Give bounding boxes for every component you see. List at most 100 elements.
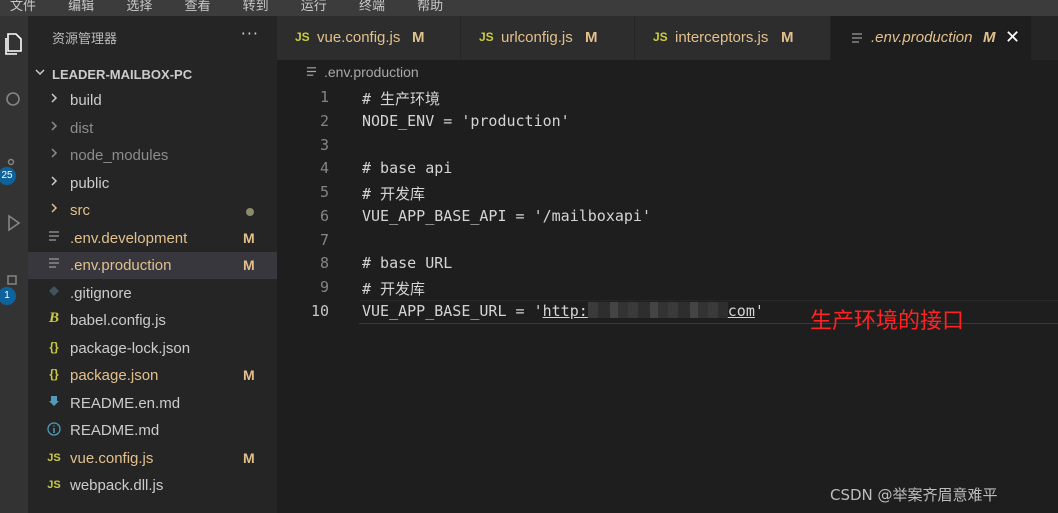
close-icon[interactable]: ✕	[1005, 27, 1020, 48]
chevron-right-icon	[46, 202, 62, 217]
chevron-right-icon	[46, 147, 62, 162]
line-number: 4	[319, 159, 329, 177]
project-root[interactable]: LEADER-MAILBOX-PC	[28, 64, 277, 86]
tree-folder-build[interactable]: build	[28, 87, 277, 114]
tree-file-package-lock[interactable]: {} package-lock.json	[28, 335, 277, 362]
tree-file-readme[interactable]: README.md	[28, 417, 277, 444]
download-arrow-icon	[46, 395, 62, 410]
menu-view[interactable]: 查看	[184, 0, 210, 14]
line-number: 6	[319, 207, 329, 225]
editor-tab-bar: JS vue.config.js M JS urlconfig.js M JS …	[277, 16, 1058, 60]
code-line: 2 NODE_ENV = 'production'	[277, 110, 1058, 134]
menu-file[interactable]: 文件	[10, 0, 36, 14]
url-link-end[interactable]: com	[728, 302, 755, 320]
tree-item-label: node_modules	[70, 147, 169, 164]
menu-help[interactable]: 帮助	[417, 0, 443, 14]
tree-item-label: build	[70, 92, 102, 109]
run-debug-icon[interactable]	[0, 203, 28, 243]
modified-dot-icon	[246, 208, 254, 216]
tree-item-label: babel.config.js	[70, 312, 166, 329]
git-status-badge: M	[243, 367, 255, 383]
tree-item-label: .gitignore	[70, 285, 132, 302]
code-line: 4 # base api	[277, 157, 1058, 181]
explorer-sidebar: 资源管理器 ··· LEADER-MAILBOX-PC build dist n…	[28, 16, 277, 513]
line-number: 1	[319, 88, 329, 106]
line-number: 9	[319, 278, 329, 296]
line-text: # base URL	[362, 254, 453, 272]
tab-label: vue.config.js	[317, 29, 401, 46]
tree-file-vue-config[interactable]: JS vue.config.js M	[28, 445, 277, 472]
code-prefix: VUE_APP_BASE_URL = '	[362, 302, 543, 320]
json-icon: {}	[49, 367, 59, 381]
code-line: 1 # 生产环境	[277, 86, 1058, 110]
tab-label: urlconfig.js	[501, 29, 573, 46]
tree-folder-node-modules[interactable]: node_modules	[28, 142, 277, 169]
tree-item-label: webpack.dll.js	[70, 477, 164, 494]
tree-item-label: public	[70, 175, 110, 192]
line-number: 5	[319, 183, 329, 201]
chevron-right-icon	[46, 175, 62, 190]
code-line: 3	[277, 134, 1058, 158]
info-icon	[46, 422, 62, 439]
tree-folder-src[interactable]: src	[28, 197, 277, 224]
code-line: 5 # 开发库	[277, 181, 1058, 205]
js-icon: JS	[653, 30, 668, 44]
line-number: 2	[319, 112, 329, 130]
json-icon: {}	[49, 340, 59, 354]
tree-file-readme-en[interactable]: README.en.md	[28, 390, 277, 417]
tab-vue-config[interactable]: JS vue.config.js M	[277, 16, 461, 60]
csdn-watermark: CSDN @举案齐眉意难平	[830, 486, 998, 504]
tree-file-gitignore[interactable]: .gitignore	[28, 280, 277, 307]
search-icon[interactable]	[0, 80, 28, 120]
js-icon: JS	[47, 479, 61, 491]
code-line: 6 VUE_APP_BASE_API = '/mailboxapi'	[277, 205, 1058, 229]
tab-label: .env.production	[871, 29, 973, 46]
chevron-right-icon	[46, 92, 62, 107]
code-line: 7	[277, 229, 1058, 253]
tree-file-env-production[interactable]: .env.production M	[28, 252, 277, 279]
tree-file-package-json[interactable]: {} package.json M	[28, 362, 277, 389]
menu-run[interactable]: 运行	[301, 0, 327, 14]
babel-icon: B	[48, 310, 59, 326]
menu-selection[interactable]: 选择	[126, 0, 152, 14]
git-status-badge: M	[243, 450, 255, 466]
breadcrumb[interactable]: .env.production	[306, 64, 419, 80]
line-number: 10	[310, 302, 329, 320]
tab-label: interceptors.js	[675, 29, 769, 46]
line-text: VUE_APP_BASE_API = '/mailboxapi'	[362, 207, 651, 225]
git-icon	[46, 285, 62, 300]
line-text: # 生产环境	[362, 90, 441, 108]
tab-interceptors[interactable]: JS interceptors.js M	[635, 16, 831, 60]
tree-item-label: dist	[70, 120, 94, 137]
tree-file-env-development[interactable]: .env.development M	[28, 225, 277, 252]
tree-file-webpack-dll[interactable]: JS webpack.dll.js	[28, 472, 277, 499]
extensions-badge: 1	[0, 287, 16, 305]
tree-item-label: package-lock.json	[70, 340, 191, 357]
url-link-start[interactable]: http:	[543, 302, 588, 320]
explorer-icon[interactable]	[0, 24, 28, 64]
line-text: # 开发库	[362, 185, 426, 203]
chevron-down-icon	[34, 66, 46, 81]
code-line: 9 # 开发库	[277, 276, 1058, 300]
code-editor[interactable]: 1 # 生产环境 2 NODE_ENV = 'production' 3 4 #…	[277, 86, 1058, 513]
code-suffix: '	[754, 302, 764, 320]
tree-file-babel-config[interactable]: B babel.config.js	[28, 307, 277, 334]
tree-item-label: README.en.md	[70, 395, 181, 412]
tree-item-label: .env.production	[70, 257, 172, 274]
tree-folder-public[interactable]: public	[28, 170, 277, 197]
breadcrumb-file: .env.production	[324, 64, 419, 80]
menu-go[interactable]: 转到	[243, 0, 269, 14]
more-actions-icon[interactable]: ···	[241, 24, 259, 43]
tab-urlconfig[interactable]: JS urlconfig.js M	[461, 16, 635, 60]
menu-terminal[interactable]: 终端	[359, 0, 385, 14]
menu-edit[interactable]: 编辑	[68, 0, 94, 14]
tree-folder-dist[interactable]: dist	[28, 115, 277, 142]
line-number: 7	[319, 231, 329, 249]
code-line: 8 # base URL	[277, 252, 1058, 276]
line-text: VUE_APP_BASE_URL = 'http: com'	[362, 302, 764, 320]
line-number: 3	[319, 136, 329, 154]
tab-env-production[interactable]: .env.production M ✕	[831, 16, 1032, 60]
tree-item-label: src	[70, 202, 90, 219]
menu-bar: 文件 编辑 选择 查看 转到 运行 终端 帮助	[0, 0, 1058, 16]
file-lines-icon	[306, 64, 318, 80]
